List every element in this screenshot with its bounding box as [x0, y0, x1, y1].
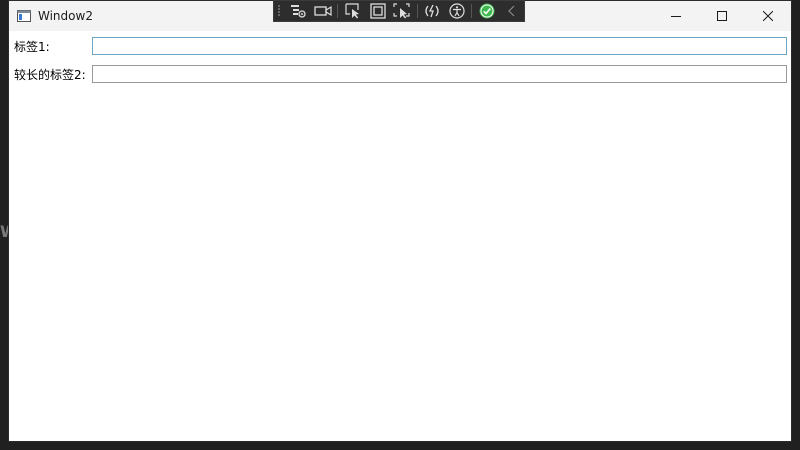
desktop: W Window2	[0, 0, 800, 450]
form-row-1: 标签1:	[9, 37, 791, 57]
close-button[interactable]	[745, 1, 791, 31]
app-window: Window2 标签1: 较长的标签2:	[8, 0, 792, 442]
form-row-2: 较长的标签2:	[9, 65, 791, 85]
maximize-icon	[717, 11, 727, 21]
live-visual-tree-icon[interactable]	[286, 1, 311, 21]
toolbar-grip-icon[interactable]	[276, 3, 282, 19]
binding-status-icon[interactable]	[474, 1, 499, 21]
text-input-1[interactable]	[92, 37, 787, 55]
minimize-icon	[671, 16, 681, 17]
window-icon	[16, 8, 32, 24]
toolbar-separator	[416, 4, 418, 18]
select-element-icon[interactable]	[340, 1, 365, 21]
label-1: 标签1:	[14, 40, 50, 54]
minimize-button[interactable]	[653, 1, 699, 31]
window-content: 标签1: 较长的标签2:	[9, 31, 791, 441]
maximize-button[interactable]	[699, 1, 745, 31]
text-input-2[interactable]	[92, 65, 787, 83]
close-icon	[763, 11, 773, 21]
label-2: 较长的标签2:	[14, 68, 86, 82]
collapse-toolbar-icon[interactable]	[499, 1, 524, 21]
xaml-debug-toolbar	[273, 0, 525, 22]
display-layout-adorners-icon[interactable]	[365, 1, 390, 21]
background-window-glyph: W	[0, 222, 18, 242]
window-title: Window2	[38, 9, 93, 23]
hot-reload-icon[interactable]	[420, 1, 445, 21]
toolbar-separator	[471, 4, 473, 18]
caption-buttons	[653, 1, 791, 31]
toolbar-separator	[337, 4, 339, 18]
selection-preview-icon[interactable]	[390, 1, 415, 21]
accessibility-icon[interactable]	[445, 1, 470, 21]
track-focus-icon[interactable]	[311, 1, 336, 21]
